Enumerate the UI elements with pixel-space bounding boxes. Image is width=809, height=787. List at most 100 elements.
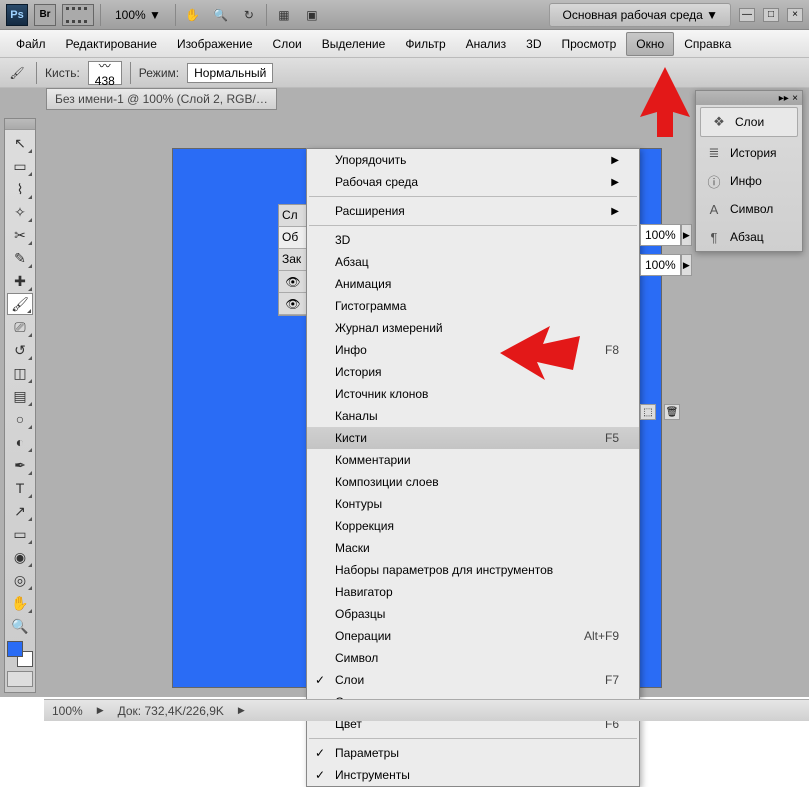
color-swatches[interactable] [7, 641, 33, 667]
menu-file[interactable]: Файл [6, 32, 56, 56]
menu-analysis[interactable]: Анализ [456, 32, 517, 56]
trash-icon[interactable]: 🗑 [664, 404, 680, 420]
panel-tab-символ[interactable]: AСимвол [696, 195, 802, 223]
opacity-field[interactable]: 100% [640, 224, 681, 246]
status-zoom[interactable]: 100% [52, 704, 83, 718]
menu-item-анимация[interactable]: Анимация [307, 273, 639, 295]
menu-item-параметры[interactable]: ✓Параметры [307, 742, 639, 764]
menu-view[interactable]: Просмотр [551, 32, 626, 56]
menu-item-label: Контуры [335, 497, 382, 511]
current-tool-icon[interactable]: 🖌 [6, 62, 28, 84]
menu-item-каналы[interactable]: Каналы [307, 405, 639, 427]
maximize-button[interactable]: □ [763, 8, 779, 22]
pen-tool[interactable]: ✒ [7, 454, 33, 476]
menu-item-коррекция[interactable]: Коррекция [307, 515, 639, 537]
menu-item-маски[interactable]: Маски [307, 537, 639, 559]
eye-icon[interactable]: 👁 [279, 271, 307, 293]
menu-window[interactable]: Окно [626, 32, 674, 56]
healing-tool[interactable]: ✚ [7, 270, 33, 292]
chevron-right-icon[interactable]: ▶ [97, 705, 104, 716]
gradient-tool[interactable]: ▤ [7, 385, 33, 407]
panel-tab-абзац[interactable]: ¶Абзац [696, 223, 802, 251]
menu-item-источник-клонов[interactable]: Источник клонов [307, 383, 639, 405]
tab-fragment[interactable]: Об [279, 227, 307, 249]
collapse-icon[interactable]: ▸▸ [779, 93, 789, 104]
chevron-right-icon[interactable]: ▶ [681, 254, 692, 276]
menu-help[interactable]: Справка [674, 32, 741, 56]
menu-item-инфо[interactable]: ИнфоF8 [307, 339, 639, 361]
tab-fragment[interactable]: Зак [279, 249, 307, 271]
brush-preset-picker[interactable]: 〰438 [88, 61, 122, 85]
menu-item-композиции-слоев[interactable]: Композиции слоев [307, 471, 639, 493]
photoshop-icon[interactable]: Ps [6, 4, 28, 26]
menu-image[interactable]: Изображение [167, 32, 263, 56]
eraser-tool[interactable]: ◫ [7, 362, 33, 384]
menu-item-инструменты[interactable]: ✓Инструменты [307, 764, 639, 786]
bridge-icon[interactable]: Br [34, 4, 56, 26]
history-brush-tool[interactable]: ↺ [7, 339, 33, 361]
eyedropper-tool[interactable]: ✎ [7, 247, 33, 269]
rotate-view-icon[interactable]: ↻ [238, 4, 260, 26]
wand-tool[interactable]: ✧ [7, 201, 33, 223]
hand-tool[interactable]: ✋ [7, 592, 33, 614]
3d-camera-tool[interactable]: ◎ [7, 569, 33, 591]
lasso-tool[interactable]: ⌇ [7, 178, 33, 200]
menu-item-абзац[interactable]: Абзац [307, 251, 639, 273]
menu-item-3d[interactable]: 3D [307, 229, 639, 251]
chevron-right-icon[interactable]: ▶ [681, 224, 692, 246]
screen-mode-icon[interactable]: ▣ [301, 4, 323, 26]
minimize-button[interactable]: — [739, 8, 755, 22]
arrange-icon[interactable]: ▦ [273, 4, 295, 26]
shape-tool[interactable]: ▭ [7, 523, 33, 545]
path-select-tool[interactable]: ↗ [7, 500, 33, 522]
blur-tool[interactable]: ○ [7, 408, 33, 430]
type-tool[interactable]: T [7, 477, 33, 499]
move-tool[interactable]: ↖ [7, 132, 33, 154]
menu-item-операции[interactable]: ОперацииAlt+F9 [307, 625, 639, 647]
menu-item-символ[interactable]: Символ [307, 647, 639, 669]
stamp-tool[interactable]: ⎚ [7, 316, 33, 338]
menu-item-история[interactable]: История [307, 361, 639, 383]
panel-tab-история[interactable]: ≣История [696, 139, 802, 167]
quick-mask-toggle[interactable] [7, 671, 33, 687]
hand-icon[interactable]: ✋ [182, 4, 204, 26]
menu-item-журнал-измерений[interactable]: Журнал измерений [307, 317, 639, 339]
menu-item-комментарии[interactable]: Комментарии [307, 449, 639, 471]
zoom-level[interactable]: 100% ▼ [107, 6, 169, 24]
close-button[interactable]: × [787, 8, 803, 22]
menu-item-слои[interactable]: ✓СлоиF7 [307, 669, 639, 691]
3d-tool[interactable]: ◉ [7, 546, 33, 568]
marquee-tool[interactable]: ▭ [7, 155, 33, 177]
workspace-switcher[interactable]: Основная рабочая среда ▼ [549, 3, 731, 27]
crop-tool[interactable]: ✂ [7, 224, 33, 246]
tab-fragment[interactable]: Сл [279, 205, 307, 227]
brush-tool[interactable]: 🖌 [7, 293, 33, 315]
zoom-icon[interactable]: 🔍 [210, 4, 232, 26]
menu-item-упорядочить[interactable]: Упорядочить▶ [307, 149, 639, 171]
menu-layer[interactable]: Слои [263, 32, 312, 56]
chevron-right-icon[interactable]: ▶ [238, 705, 245, 716]
close-icon[interactable]: × [792, 93, 798, 104]
menu-3d[interactable]: 3D [516, 32, 551, 56]
minibridge-icon[interactable] [62, 4, 94, 26]
eye-icon[interactable]: 👁 [279, 293, 307, 315]
panel-tab-инфо[interactable]: ⓘИнфо [696, 167, 802, 195]
menu-item-контуры[interactable]: Контуры [307, 493, 639, 515]
blend-mode-dropdown[interactable]: Нормальный [187, 63, 273, 83]
zoom-tool[interactable]: 🔍 [7, 615, 33, 637]
menu-filter[interactable]: Фильтр [395, 32, 455, 56]
dodge-tool[interactable]: ◐ [7, 431, 33, 453]
fill-field[interactable]: 100% [640, 254, 681, 276]
document-tab[interactable]: Без имени-1 @ 100% (Слой 2, RGB/… [46, 88, 277, 110]
menu-item-навигатор[interactable]: Навигатор [307, 581, 639, 603]
menu-select[interactable]: Выделение [312, 32, 396, 56]
menu-edit[interactable]: Редактирование [56, 32, 167, 56]
menu-item-гистограмма[interactable]: Гистограмма [307, 295, 639, 317]
menu-item-рабочая-среда[interactable]: Рабочая среда▶ [307, 171, 639, 193]
menu-item-расширения[interactable]: Расширения▶ [307, 200, 639, 222]
menu-item-кисти[interactable]: КистиF5 [307, 427, 639, 449]
panel-tab-слои[interactable]: ❖Слои [700, 107, 798, 137]
menu-item-наборы-параметров-для-инструментов[interactable]: Наборы параметров для инструментов [307, 559, 639, 581]
menu-item-образцы[interactable]: Образцы [307, 603, 639, 625]
link-icon[interactable]: ⬚ [640, 404, 656, 420]
